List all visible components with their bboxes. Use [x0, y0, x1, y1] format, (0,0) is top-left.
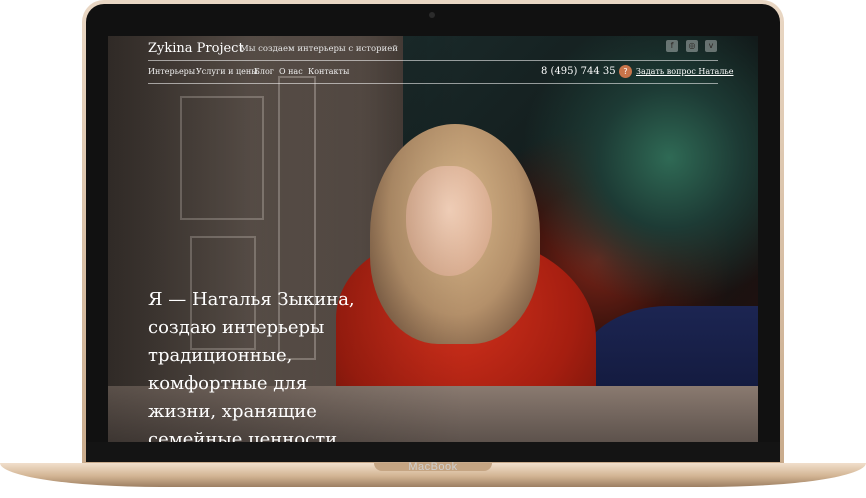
phone-number[interactable]: 8 (495) 744 35 40: [541, 66, 632, 77]
hero-line: Я — Наталья Зыкина,: [148, 289, 355, 310]
nav-divider: [148, 83, 718, 84]
nav-item-about[interactable]: О нас: [279, 67, 303, 76]
nav-item-blog[interactable]: Блог: [254, 67, 274, 76]
hero-line: семейные ценности.: [148, 429, 343, 442]
screen-chin: [86, 442, 780, 462]
nav-item-contacts[interactable]: Контакты: [308, 67, 349, 76]
hero-line: создаю интерьеры: [148, 317, 325, 338]
device-brand: MacBook: [408, 461, 458, 473]
hero-line: комфортные для: [148, 373, 308, 394]
nav-item-services[interactable]: Услуги и цены: [196, 67, 258, 76]
header-divider: [148, 60, 718, 61]
ask-question-link[interactable]: Задать вопрос Наталье: [636, 67, 734, 76]
hero-line: жизни, хранящие: [148, 401, 317, 422]
website-screen: Zykina Project Мы создаем интерьеры с ис…: [108, 36, 758, 442]
vk-icon[interactable]: v: [705, 40, 717, 52]
instagram-icon[interactable]: ◎: [686, 40, 698, 52]
hero-headline: Я — Наталья Зыкина, создаю интерьеры тра…: [148, 286, 438, 442]
site-logo[interactable]: Zykina Project: [148, 41, 244, 56]
facebook-icon[interactable]: f: [666, 40, 678, 52]
question-icon[interactable]: ?: [619, 65, 632, 78]
site-tagline: Мы создаем интерьеры с историей: [240, 44, 398, 54]
nav-item-interiors[interactable]: Интерьеры: [148, 67, 195, 76]
hero-line: традиционные,: [148, 345, 293, 366]
camera-icon: [429, 12, 435, 18]
